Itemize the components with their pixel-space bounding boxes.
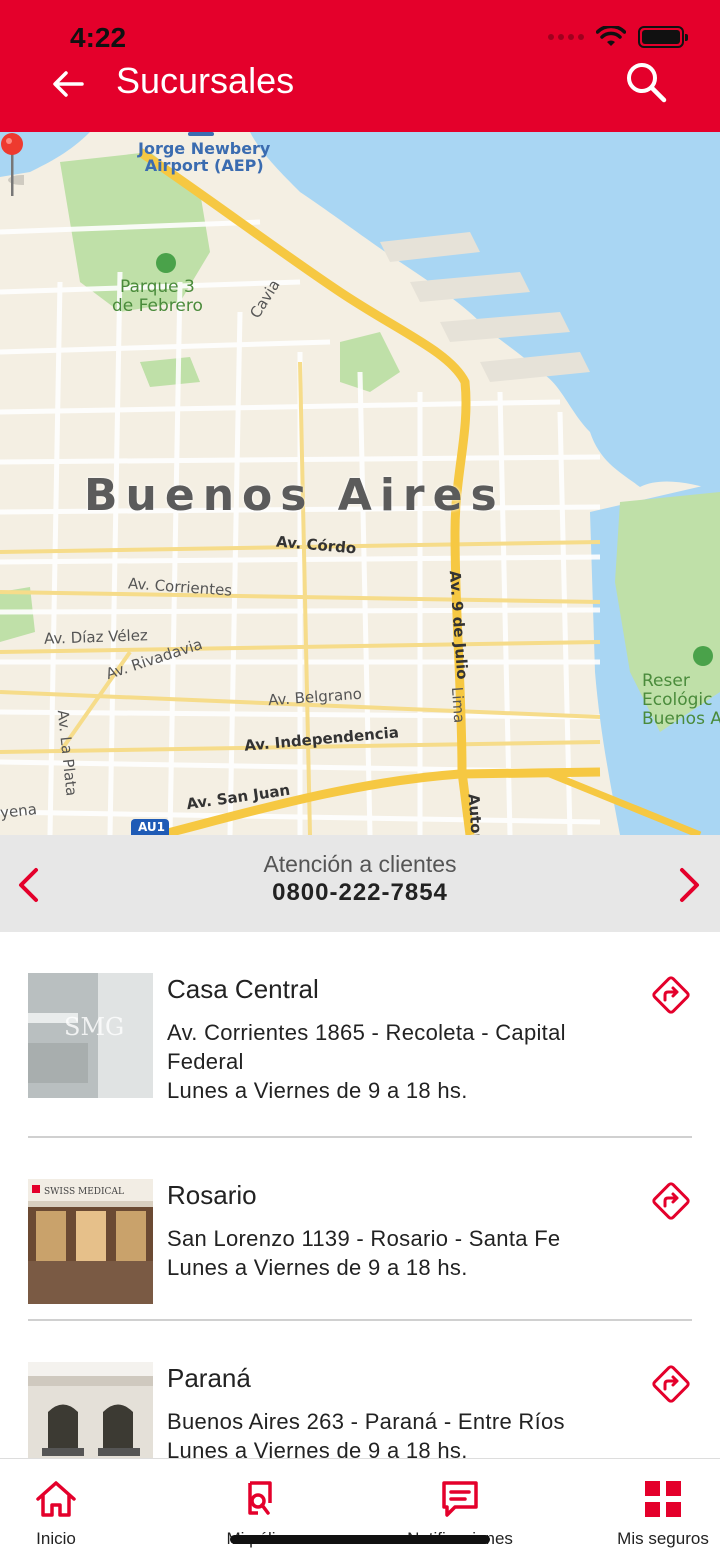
branch-item[interactable]: SMG Casa Central Av. Corrientes 1865 - R… [28, 932, 692, 1136]
map-street-autopista: Autop [464, 793, 486, 835]
signal-icon [548, 34, 584, 40]
map-street-lima: Lima [447, 686, 469, 724]
branch-name: Paraná [167, 1363, 251, 1393]
home-indicator[interactable] [230, 1535, 490, 1544]
airport-line-1: Jorge Newbery [138, 139, 271, 158]
next-button[interactable] [672, 865, 708, 905]
map-city-label: Buenos Aires [84, 470, 505, 521]
tab-mis-seguros[interactable]: Mis seguros [608, 1459, 718, 1558]
map-pin-icon[interactable] [0, 132, 24, 196]
directions-icon[interactable] [650, 974, 692, 1016]
branch-name: Rosario [167, 1180, 257, 1210]
park-line-1: Parque 3 [120, 277, 195, 297]
branch-item[interactable]: Paraná Buenos Aires 263 - Paraná - Entre… [28, 1321, 692, 1458]
page-title: Sucursales [116, 60, 295, 101]
branch-name: Casa Central [167, 974, 319, 1004]
airport-line-2: Airport (AEP) [144, 156, 264, 175]
branch-address: Av. Corrientes 1865 - Recoleta - Capital… [167, 1020, 566, 1074]
branch-photo-sign: SWISS MEDICAL [44, 1187, 124, 1197]
map-reserva-label: Reser Ecológic Buenos A [642, 672, 720, 729]
branch-address: Buenos Aires 263 - Paraná - Entre Ríos [167, 1409, 565, 1434]
branch-photo: SMG [28, 973, 153, 1098]
branch-list[interactable]: SMG Casa Central Av. Corrientes 1865 - R… [28, 932, 692, 1458]
search-button[interactable] [620, 56, 672, 108]
branch-address: San Lorenzo 1139 - Rosario - Santa Fe [167, 1226, 561, 1251]
battery-icon [638, 26, 688, 48]
directions-icon[interactable] [650, 1180, 692, 1222]
tab-label: Inicio [36, 1529, 76, 1548]
grid-icon [645, 1481, 681, 1517]
branch-photo-sign: SMG [64, 1013, 124, 1041]
branch-photo: SWISS MEDICAL [28, 1179, 153, 1304]
branch-hours: Lunes a Viernes de 9 a 18 hs. [167, 1078, 468, 1103]
customer-service-caption: Atención a clientes [263, 851, 457, 877]
branch-hours: Lunes a Viernes de 9 a 18 hs. [167, 1255, 468, 1280]
reserva-line-3: Buenos A [642, 709, 720, 729]
tab-label: Mis seguros [617, 1529, 709, 1548]
reserva-line-2: Ecológic [642, 690, 713, 710]
map-airport-label: Jorge Newbery Airport (AEP) [138, 140, 270, 174]
home-icon [36, 1481, 76, 1517]
customer-service-bar: Atención a clientes 0800-222-7854 [0, 835, 720, 932]
map-street-fragment: yena [0, 800, 38, 822]
map-au1-shield: AU1 [138, 820, 166, 834]
message-icon [442, 1481, 478, 1517]
status-icons [548, 26, 688, 48]
app-header: 4:22 Sucursales [0, 0, 720, 132]
reserva-line-1: Reser [642, 671, 690, 691]
tab-inicio[interactable]: Inicio [16, 1459, 96, 1558]
map-park-label: Parque 3 de Febrero [112, 278, 203, 316]
map-street-diaz-velez: Av. Díaz Vélez [43, 626, 149, 648]
wifi-icon [596, 26, 626, 46]
customer-service-phone[interactable]: 0800-222-7854 [0, 879, 720, 907]
branch-hours: Lunes a Viernes de 9 a 18 hs. [167, 1438, 468, 1458]
arrow-left-icon [53, 71, 84, 97]
back-button[interactable] [46, 62, 90, 106]
park-line-2: de Febrero [112, 296, 203, 316]
policy-icon [248, 1481, 272, 1515]
chevron-right-icon [680, 868, 699, 902]
branch-item[interactable]: SWISS MEDICAL Rosario San Lorenzo 1139 -… [28, 1138, 692, 1319]
search-icon [627, 63, 667, 103]
status-time: 4:22 [70, 22, 127, 53]
branch-photo [28, 1362, 153, 1458]
directions-icon[interactable] [650, 1363, 692, 1405]
branches-map[interactable]: Buenos Aires Jorge Newbery Airport (AEP)… [0, 132, 720, 835]
